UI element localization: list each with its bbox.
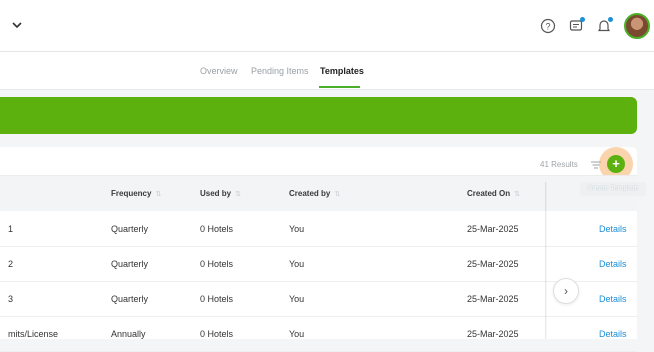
table-row: 2 Quarterly 0 Hotels You 25-Mar-2025 Det… — [0, 247, 637, 282]
template-name: 3 — [8, 294, 14, 304]
tab-bar: Overview Pending Items Templates — [0, 52, 654, 90]
feedback-badge — [580, 17, 585, 22]
created-on-cell: 25-Mar-2025 — [467, 224, 519, 234]
table-header: Frequency ⇅ Used by ⇅ Created by ⇅ Created … — [0, 175, 637, 211]
column-header-created-on[interactable]: Created On ⇅ — [467, 189, 520, 198]
create-template-button[interactable]: + — [607, 155, 625, 173]
results-count: 41 Results — [540, 160, 578, 169]
help-icon[interactable]: ? — [540, 18, 556, 34]
feedback-icon[interactable] — [568, 17, 585, 34]
tab-overview[interactable]: Overview — [200, 66, 238, 76]
details-link[interactable]: Details — [599, 329, 627, 339]
table-row: 3 Quarterly 0 Hotels You 25-Mar-2025 Det… — [0, 282, 637, 317]
notification-icon[interactable] — [596, 17, 613, 34]
used-by-cell: 0 Hotels — [200, 329, 234, 339]
template-name: 2 — [8, 259, 14, 269]
frequency-cell: Quarterly — [111, 259, 149, 269]
created-by-cell: You — [289, 329, 305, 339]
used-by-cell: 0 Hotels — [200, 224, 234, 234]
details-link[interactable]: Details — [599, 294, 627, 304]
sort-icon: ⇅ — [235, 191, 241, 198]
column-label: Used by — [200, 189, 232, 198]
created-on-cell: 25-Mar-2025 — [467, 294, 519, 304]
frequency-cell: Annually — [111, 329, 146, 339]
details-link[interactable]: Details — [599, 224, 627, 234]
details-link[interactable]: Details — [599, 259, 627, 269]
used-by-cell: 0 Hotels — [200, 294, 234, 304]
templates-card: 41 Results + Frequency ⇅ Used by ⇅ Created… — [0, 147, 637, 352]
notification-badge — [608, 17, 613, 22]
table-row: mits/License Annually 0 Hotels You 25-Ma… — [0, 317, 637, 352]
header-actions: ? — [540, 0, 654, 52]
created-by-cell: You — [289, 259, 305, 269]
column-label: Frequency — [111, 189, 152, 198]
column-header-created-by[interactable]: Created by ⇅ — [289, 189, 340, 198]
sort-icon: ⇅ — [334, 191, 341, 198]
template-name: 1 — [8, 224, 14, 234]
frequency-cell: Quarterly — [111, 224, 149, 234]
scroll-right-button[interactable]: › — [553, 278, 579, 304]
chevron-down-icon[interactable] — [10, 18, 24, 32]
created-by-cell: You — [289, 294, 305, 304]
svg-text:?: ? — [545, 22, 550, 32]
created-on-cell: 25-Mar-2025 — [467, 259, 519, 269]
tab-pending-items[interactable]: Pending Items — [251, 66, 309, 76]
active-tab-indicator — [319, 86, 360, 88]
column-header-frequency[interactable]: Frequency ⇅ — [111, 189, 161, 198]
avatar[interactable] — [624, 13, 650, 39]
frequency-cell: Quarterly — [111, 294, 149, 304]
sticky-column-shadow — [545, 182, 547, 339]
green-banner — [0, 97, 637, 134]
created-on-cell: 25-Mar-2025 — [467, 329, 519, 339]
template-name: mits/License — [8, 329, 59, 339]
create-template-tooltip: Create Template — [580, 182, 646, 196]
tab-templates[interactable]: Templates — [320, 66, 364, 76]
created-by-cell: You — [289, 224, 305, 234]
column-label: Created On — [467, 189, 511, 198]
table-row: 1 Quarterly 0 Hotels You 25-Mar-2025 Det… — [0, 212, 637, 247]
column-label: Created by — [289, 189, 331, 198]
used-by-cell: 0 Hotels — [200, 259, 234, 269]
column-header-used-by[interactable]: Used by ⇅ — [200, 189, 241, 198]
sort-icon: ⇅ — [155, 191, 162, 198]
top-bar: ? — [0, 0, 654, 52]
sort-icon: ⇅ — [514, 191, 520, 198]
